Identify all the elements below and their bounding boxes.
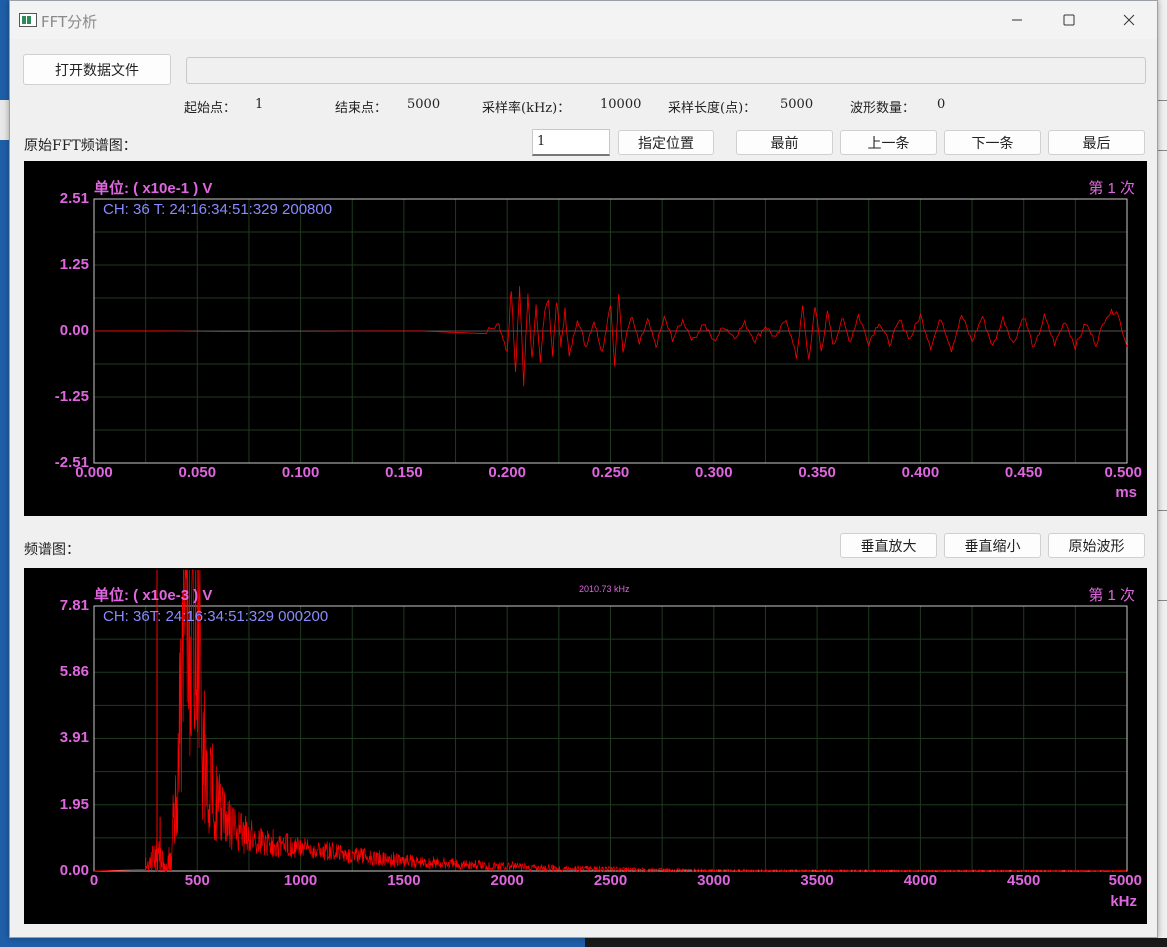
app-icon <box>19 13 37 27</box>
spectrum-count-text: 第 1 次 <box>1088 587 1135 604</box>
x-tick-label: 5000 <box>1108 872 1142 889</box>
x-tick-label: 4000 <box>903 872 938 889</box>
maximize-button[interactable] <box>1043 1 1095 39</box>
x-tick-label: 0.150 <box>385 464 423 481</box>
open-data-file-button[interactable]: 打开数据文件 <box>23 54 171 85</box>
spectrum-section-label: 频谱图： <box>24 542 80 558</box>
x-tick-label: 2000 <box>490 872 524 889</box>
desktop-background-right <box>1158 0 1167 947</box>
x-tick-label: 0.050 <box>178 464 217 481</box>
y-tick-label: 0.00 <box>59 322 89 339</box>
goto-position-button[interactable]: 指定位置 <box>618 130 714 155</box>
x-tick-label: 0.350 <box>798 464 836 481</box>
waveform-channel-info: CH: 36 T: 24:16:34:51:329 200800 <box>103 201 333 218</box>
grid <box>93 605 1128 872</box>
x-tick-label: 0.200 <box>488 464 526 481</box>
y-tick-label: 5.86 <box>59 663 89 681</box>
x-tick-label: 0.100 <box>281 464 320 481</box>
last-button[interactable]: 最后 <box>1048 130 1145 155</box>
x-tick-label: 1500 <box>387 872 421 889</box>
x-tick-label: 1000 <box>283 872 318 889</box>
spectrum-peak-label: 2010.73 kHz <box>579 584 630 594</box>
original-waveform-button[interactable]: 原始波形 <box>1048 533 1145 558</box>
spectrum-chart[interactable]: 单位: ( x10e-3 ) V 第 1 次 CH: 36T: 24:16:34… <box>24 568 1147 924</box>
position-input[interactable]: 1 <box>532 129 610 156</box>
waveform-section-label: 原始FFT频谱图： <box>24 138 137 154</box>
maximize-icon <box>1063 14 1075 26</box>
minimize-button[interactable] <box>991 1 1043 39</box>
end-point-value: 5000 <box>407 97 441 112</box>
close-icon <box>1123 14 1135 26</box>
x-tick-label: 0.300 <box>695 464 733 481</box>
y-tick-label: 1.25 <box>59 256 89 274</box>
spectrum-unit-label: 单位: ( x10e-3 ) V <box>94 587 213 604</box>
waveform-count-value: 0 <box>937 97 946 112</box>
y-tick-label: 0.00 <box>59 862 89 879</box>
first-button[interactable]: 最前 <box>736 130 833 155</box>
minimize-icon <box>1012 19 1022 21</box>
end-point-label: 结束点： <box>335 101 388 116</box>
sample-rate-label: 采样率(kHz)： <box>482 101 571 116</box>
waveform-x-unit: ms <box>1115 484 1137 501</box>
waveform-count-text: 第 1 次 <box>1088 180 1135 197</box>
file-path-field[interactable] <box>186 57 1146 84</box>
x-tick-label: 0.500 <box>1104 464 1142 481</box>
start-point-label: 起始点： <box>184 101 237 116</box>
spectrum-channel-info: CH: 36T: 24:16:34:51:329 000200 <box>103 608 329 625</box>
fft-window: FFT分析 打开数据文件 起始点： 1 结束点： 5000 采样率(kHz)： … <box>9 0 1158 938</box>
waveform-count-label: 波形数量： <box>850 101 916 116</box>
y-tick-label: 2.51 <box>59 190 89 207</box>
waveform-chart[interactable]: 单位: ( x10e-1 ) V 第 1 次 CH: 36 T: 24:16:3… <box>24 161 1147 516</box>
y-tick-label: -1.25 <box>54 387 89 405</box>
x-tick-label: 3500 <box>800 872 834 889</box>
y-tick-label: 1.95 <box>59 795 89 813</box>
vertical-zoom-out-button[interactable]: 垂直缩小 <box>944 533 1041 558</box>
y-tick-label: 7.81 <box>59 597 89 614</box>
window-title: FFT分析 <box>41 13 98 31</box>
x-tick-label: 0.250 <box>591 464 630 481</box>
x-tick-label: 0.400 <box>901 464 940 481</box>
x-tick-label: 500 <box>184 872 210 889</box>
title-bar[interactable]: FFT分析 <box>10 1 1157 39</box>
desktop-background-bottom <box>585 938 1167 947</box>
close-button[interactable] <box>1103 1 1155 39</box>
vertical-zoom-in-button[interactable]: 垂直放大 <box>840 533 937 558</box>
x-tick-label: 4500 <box>1007 872 1041 889</box>
spectrum-x-unit: kHz <box>1110 893 1137 910</box>
next-button[interactable]: 下一条 <box>944 130 1041 155</box>
start-point-value: 1 <box>255 97 264 112</box>
sample-rate-value: 10000 <box>600 97 642 112</box>
y-tick-label: 3.91 <box>59 729 89 747</box>
x-tick-label: 0 <box>89 872 99 889</box>
sample-length-label: 采样长度(点)： <box>668 101 757 116</box>
x-tick-label: 3000 <box>697 872 731 889</box>
y-tick-label: -2.51 <box>54 454 89 471</box>
sample-length-value: 5000 <box>780 97 814 112</box>
x-tick-label: 2500 <box>593 872 628 889</box>
waveform-unit-label: 单位: ( x10e-1 ) V <box>94 180 213 197</box>
prev-button[interactable]: 上一条 <box>840 130 937 155</box>
x-tick-label: 0.450 <box>1004 464 1043 481</box>
